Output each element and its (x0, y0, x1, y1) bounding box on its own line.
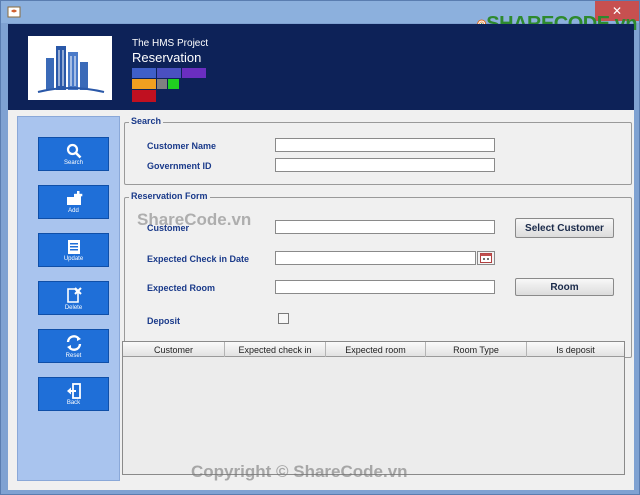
back-button-label: Back (66, 399, 81, 406)
java-app-icon (7, 6, 21, 18)
back-icon (66, 382, 81, 399)
search-button-label: Search (63, 159, 83, 166)
government-id-label: Government ID (147, 161, 212, 171)
hotel-building-icon (37, 46, 105, 93)
reset-icon (66, 334, 81, 351)
reset-button[interactable]: Reset (38, 329, 109, 363)
client-area: The HMS Project Reservation Search Add U… (8, 24, 634, 490)
color-swatch (157, 79, 167, 89)
reset-button-label: Reset (65, 352, 82, 359)
header-subtitle: The HMS Project (132, 38, 209, 49)
color-swatch (157, 68, 181, 78)
color-swatch (182, 68, 206, 78)
select-customer-button[interactable]: Select Customer (515, 218, 614, 238)
delete-button-label: Delete (64, 304, 83, 311)
search-button[interactable]: Search (38, 137, 109, 171)
expected-room-input[interactable] (275, 280, 495, 294)
header-title: Reservation (132, 50, 202, 65)
add-button[interactable]: Add (38, 185, 109, 219)
column-header-is-deposit[interactable]: Is deposit (527, 342, 624, 357)
date-picker-button[interactable] (477, 251, 495, 265)
update-button-label: Update (63, 255, 84, 262)
government-id-input[interactable] (275, 158, 495, 172)
sidebar-toolbar: Search Add Update Delete Reset Back (17, 116, 120, 481)
reservation-table[interactable]: Customer Expected check in Expected room… (122, 341, 625, 475)
check-in-date-input[interactable] (275, 251, 476, 265)
column-header-expected-check-in[interactable]: Expected check in (225, 342, 326, 357)
update-icon (67, 239, 80, 254)
customer-input[interactable] (275, 220, 495, 234)
deposit-label: Deposit (147, 316, 181, 326)
color-swatch (132, 90, 156, 102)
update-button[interactable]: Update (38, 233, 109, 267)
expected-room-label: Expected Room (147, 283, 216, 293)
color-swatch (132, 79, 156, 89)
delete-button[interactable]: Delete (38, 281, 109, 315)
color-swatch (132, 68, 156, 78)
deposit-checkbox[interactable] (278, 313, 289, 324)
copyright-watermark: Copyright © ShareCode.vn (191, 462, 408, 481)
hotel-logo (28, 36, 112, 100)
color-swatch (168, 79, 179, 89)
search-group-title: Search (129, 116, 164, 126)
column-header-customer[interactable]: Customer (123, 342, 225, 357)
app-window: ✕ SHARECODE.vn (0, 0, 640, 495)
add-icon (66, 190, 82, 205)
customer-name-input[interactable] (275, 138, 495, 152)
header-banner: The HMS Project Reservation (8, 24, 634, 110)
customer-name-label: Customer Name (147, 141, 217, 151)
add-button-label: Add (68, 207, 79, 214)
back-button[interactable]: Back (38, 377, 109, 411)
delete-icon (66, 286, 82, 303)
table-header: Customer Expected check in Expected room… (123, 342, 624, 357)
sharecode-watermark: ShareCode.vn (137, 210, 252, 229)
column-header-room-type[interactable]: Room Type (426, 342, 527, 357)
search-icon (66, 143, 81, 158)
search-group: Search Customer Name Government ID (124, 116, 632, 185)
calendar-icon (480, 253, 492, 263)
column-header-expected-room[interactable]: Expected room (326, 342, 426, 357)
reservation-form-title: Reservation Form (129, 191, 210, 201)
room-button[interactable]: Room (515, 278, 614, 296)
check-in-date-label: Expected Check in Date (147, 254, 250, 264)
